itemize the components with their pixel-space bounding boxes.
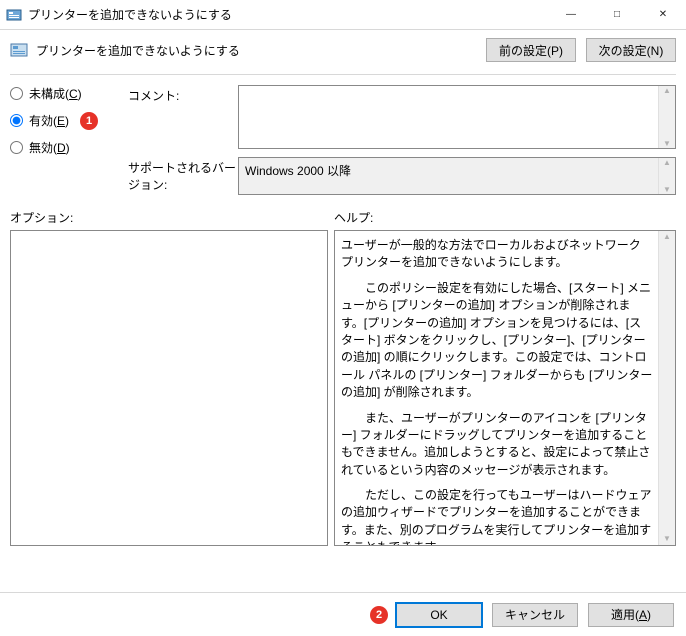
help-p4: ただし、この設定を行ってもユーザーはハードウェアの追加ウィザードでプリンターを追… [341,487,653,546]
radio-disabled-input[interactable] [10,141,23,154]
help-p1: ユーザーが一般的な方法でローカルおよびネットワーク プリンターを追加できないよう… [341,237,653,272]
radio-enabled-label: 有効(E) [29,112,69,129]
minimize-button[interactable]: — [548,0,594,29]
footer: 2 OK キャンセル 適用(A) [0,592,686,636]
close-button[interactable]: ✕ [640,0,686,29]
policy-title: プリンターを追加できないようにする [36,42,476,59]
scroll-up-icon: ▲ [663,158,671,167]
support-label: サポートされるバージョン: [128,149,238,195]
support-scrollbar: ▲ ▼ [658,158,675,194]
support-value: Windows 2000 以降 [245,164,351,178]
divider [10,74,676,75]
scroll-up-icon[interactable]: ▲ [663,86,671,95]
cancel-button[interactable]: キャンセル [492,603,578,627]
radio-enabled[interactable]: 有効(E) 1 [10,112,128,129]
options-box [10,230,328,546]
annotation-marker-2: 2 [370,606,388,624]
next-setting-button[interactable]: 次の設定(N) [586,38,676,62]
radio-not-configured[interactable]: 未構成(C) [10,85,128,102]
help-section-label: ヘルプ: [334,209,676,226]
annotation-marker-1: 1 [80,112,98,130]
header-row: プリンターを追加できないようにする 前の設定(P) 次の設定(N) [10,38,676,62]
titlebar: プリンターを追加できないようにする — □ ✕ [0,0,686,30]
policy-item-icon [10,41,28,59]
window-title: プリンターを追加できないようにする [28,6,548,23]
radio-disabled-label: 無効(D) [29,139,70,156]
help-p3: また、ユーザーがプリンターのアイコンを [プリンター] フォルダーにドラッグして… [341,410,653,480]
scroll-down-icon[interactable]: ▼ [663,139,671,148]
comment-textarea[interactable]: ▲ ▼ [238,85,676,149]
policy-icon [6,7,22,23]
radio-enabled-input[interactable] [10,114,23,127]
scroll-down-icon[interactable]: ▼ [663,533,671,545]
scroll-down-icon: ▼ [663,185,671,194]
ok-button[interactable]: OK [396,603,482,627]
help-scrollbar[interactable]: ▲ ▼ [658,231,675,545]
apply-button[interactable]: 適用(A) [588,603,674,627]
maximize-button[interactable]: □ [594,0,640,29]
scroll-up-icon[interactable]: ▲ [663,231,671,243]
support-box: Windows 2000 以降 ▲ ▼ [238,157,676,195]
options-section-label: オプション: [10,209,334,226]
prev-setting-button[interactable]: 前の設定(P) [486,38,576,62]
help-p2: このポリシー設定を有効にした場合、[スタート] メニューから [プリンターの追加… [341,280,653,402]
comment-scrollbar[interactable]: ▲ ▼ [658,86,675,148]
radio-disabled[interactable]: 無効(D) [10,139,128,156]
comment-label: コメント: [128,85,238,149]
help-box: ユーザーが一般的な方法でローカルおよびネットワーク プリンターを追加できないよう… [334,230,676,546]
radio-not-configured-label: 未構成(C) [29,85,82,102]
radio-not-configured-input[interactable] [10,87,23,100]
